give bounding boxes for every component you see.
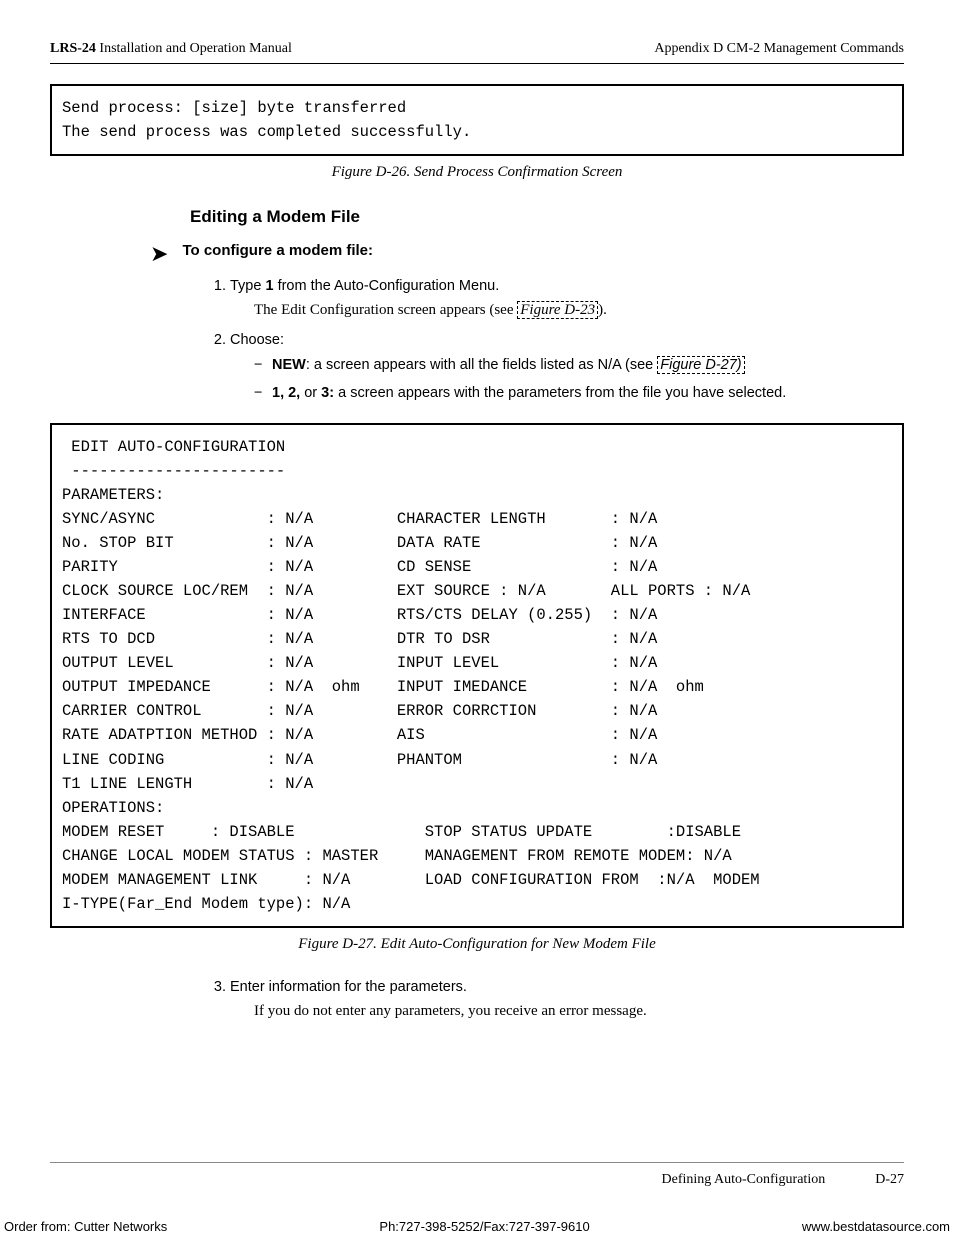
figure-link-d27[interactable]: Figure D-27) <box>657 356 744 374</box>
step-2: Choose: NEW: a screen appears with all t… <box>230 331 904 404</box>
page-header: LRS-24 Installation and Operation Manual… <box>50 40 904 64</box>
doc-title: Installation and Operation Manual <box>96 41 292 56</box>
steps-list: Type 1 from the Auto-Configuration Menu.… <box>200 277 904 404</box>
option-new: NEW: a screen appears with all the field… <box>254 356 904 376</box>
section-heading: Editing a Modem File <box>190 206 904 229</box>
figure-caption-26: Figure D-26. Send Process Confirmation S… <box>50 162 904 182</box>
header-right: Appendix D CM-2 Management Commands <box>654 40 904 59</box>
order-info: Order from: Cutter Networks Ph:727-398-5… <box>0 1218 954 1236</box>
step-3: Enter information for the parameters. If… <box>230 978 904 1022</box>
steps-list-cont: Enter information for the parameters. If… <box>200 978 904 1022</box>
doc-code: LRS-24 <box>50 41 96 56</box>
figure-link-d23[interactable]: Figure D-23 <box>517 301 598 319</box>
order-from: Order from: Cutter Networks <box>4 1218 167 1236</box>
footer-row: Defining Auto-Configuration D-27 <box>50 1171 904 1190</box>
step-1: Type 1 from the Auto-Configuration Menu.… <box>230 277 904 321</box>
order-phone: Ph:727-398-5252/Fax:727-397-9610 <box>379 1218 589 1236</box>
page-number: D-27 <box>875 1171 904 1190</box>
arrow-icon: ➤ <box>150 239 168 269</box>
send-process-box: Send process: [size] byte transferred Th… <box>50 84 904 156</box>
header-left: LRS-24 Installation and Operation Manual <box>50 40 292 59</box>
footer-section: Defining Auto-Configuration <box>662 1171 826 1190</box>
procedure-heading: To configure a modem file: <box>182 241 373 261</box>
option-123: 1, 2, or 3: a screen appears with the pa… <box>254 384 904 404</box>
figure-caption-27: Figure D-27. Edit Auto-Configuration for… <box>50 934 904 954</box>
edit-auto-config-box: EDIT AUTO-CONFIGURATION ----------------… <box>50 423 904 927</box>
footer-rule <box>50 1162 904 1163</box>
order-url: www.bestdatasource.com <box>802 1218 950 1236</box>
